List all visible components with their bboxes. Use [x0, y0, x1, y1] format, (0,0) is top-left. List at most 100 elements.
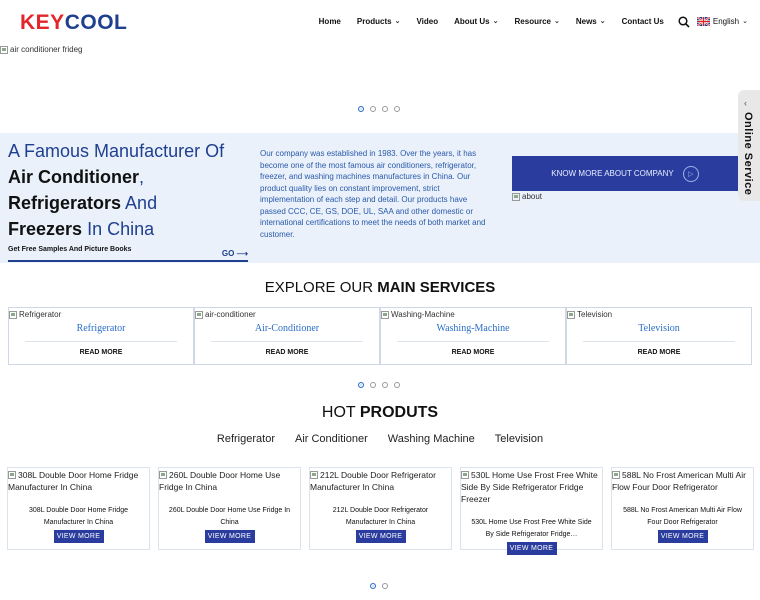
product-image-alt: 308L Double Door Home Fridge Manufacture…: [8, 470, 139, 492]
headline-line-2: Air Conditioner,: [8, 164, 224, 190]
know-more-label: KNOW MORE ABOUT COMPANY: [551, 169, 674, 178]
product-name[interactable]: 588L No Frost American Multi Air Flow Fo…: [620, 505, 745, 528]
nav-news[interactable]: News ⌄: [576, 17, 606, 26]
service-name[interactable]: Washing-Machine: [381, 323, 565, 334]
carousel-dot[interactable]: [358, 382, 364, 388]
service-card-washing-machine[interactable]: Washing-Machine Washing-Machine READ MOR…: [380, 307, 566, 365]
product-category-tabs: Refrigerator Air Conditioner Washing Mac…: [0, 433, 760, 445]
go-link[interactable]: GO ⟶: [222, 249, 248, 258]
product-list: 308L Double Door Home Fridge Manufacture…: [7, 467, 754, 555]
carousel-dot[interactable]: [358, 106, 364, 112]
broken-image-icon: [9, 310, 17, 319]
nav-contact-us[interactable]: Contact Us: [622, 17, 664, 26]
chevron-down-icon: ⌄: [742, 18, 748, 25]
read-more-link[interactable]: READ MORE: [567, 349, 751, 356]
nav-label: Contact Us: [621, 16, 664, 26]
chevron-down-icon: ⌄: [553, 18, 560, 25]
nav-home[interactable]: Home: [319, 17, 341, 26]
read-more-link[interactable]: READ MORE: [195, 349, 379, 356]
carousel-dot[interactable]: [382, 106, 388, 112]
service-name[interactable]: Television: [567, 323, 751, 334]
company-description: Our company was established in 1983. Ove…: [260, 149, 486, 239]
service-image: Television: [567, 310, 612, 319]
product-card[interactable]: 588L No Frost American Multi Air Flow Fo…: [611, 467, 754, 550]
tab-refrigerator[interactable]: Refrigerator: [217, 433, 275, 445]
divider: [25, 341, 177, 342]
product-card[interactable]: 212L Double Door Refrigerator Manufactur…: [309, 467, 452, 550]
carousel-dot[interactable]: [394, 382, 400, 388]
page: KEYCOOL Home Products ⌄ Video About Us ⌄ R…: [0, 0, 760, 600]
brand-logo[interactable]: KEYCOOL: [20, 11, 127, 35]
service-card-air-conditioner[interactable]: air-conditioner Air-Conditioner READ MOR…: [194, 307, 380, 365]
product-name[interactable]: 212L Double Door Refrigerator Manufactur…: [318, 505, 443, 528]
broken-image-icon: [612, 471, 620, 479]
nav-video[interactable]: Video: [416, 17, 438, 26]
view-more-button[interactable]: VIEW MORE: [355, 530, 406, 543]
carousel-dot[interactable]: [382, 382, 388, 388]
products-carousel-dots: [370, 583, 394, 589]
service-name[interactable]: Air-Conditioner: [195, 323, 379, 334]
headline-line-1: A Famous Manufacturer Of: [8, 141, 225, 161]
product-image-alt: 212L Double Door Refrigerator Manufactur…: [310, 470, 436, 492]
hero-banner-image[interactable]: air conditioner frideg: [0, 45, 82, 54]
view-more-button[interactable]: VIEW MORE: [657, 530, 708, 543]
carousel-dot[interactable]: [370, 106, 376, 112]
services-row: Refrigerator Refrigerator READ MORE air-…: [8, 307, 752, 365]
carousel-dot[interactable]: [370, 382, 376, 388]
know-more-button[interactable]: KNOW MORE ABOUT COMPANY ▷: [512, 156, 738, 191]
nav-label: About Us: [454, 16, 490, 26]
product-name[interactable]: 530L Home Use Frost Free White Side By S…: [469, 517, 594, 540]
language-selector[interactable]: English ⌄: [696, 16, 748, 26]
nav-resource[interactable]: Resource ⌄: [515, 17, 560, 26]
uk-flag-icon: [696, 16, 710, 26]
nav-label: Video: [416, 16, 439, 26]
product-image: 308L Double Door Home Fridge Manufacture…: [8, 469, 149, 493]
product-card[interactable]: 530L Home Use Frost Free White Side By S…: [460, 467, 603, 555]
product-name[interactable]: 260L Double Door Home Use Fridge In Chin…: [167, 505, 292, 528]
nav-label: Home: [318, 16, 341, 26]
headline-line-3: Refrigerators And: [8, 190, 224, 216]
about-image: about: [512, 192, 542, 201]
divider: [211, 341, 363, 342]
carousel-dot[interactable]: [370, 583, 376, 589]
chevron-down-icon: ⌄: [599, 18, 606, 25]
service-name[interactable]: Refrigerator: [9, 323, 193, 334]
view-more-button[interactable]: VIEW MORE: [204, 530, 255, 543]
service-image-alt: Television: [577, 310, 613, 319]
tab-washing-machine[interactable]: Washing Machine: [388, 433, 475, 445]
online-service-tab[interactable]: ‹ Online Service: [738, 90, 760, 201]
service-card-television[interactable]: Television Television READ MORE: [566, 307, 752, 365]
product-name[interactable]: 308L Double Door Home Fridge Manufacture…: [16, 505, 141, 528]
view-more-button[interactable]: VIEW MORE: [53, 530, 104, 543]
product-image: 260L Double Door Home Use Fridge In Chin…: [159, 469, 300, 493]
logo-part-key: KEY: [20, 11, 65, 34]
read-more-link[interactable]: READ MORE: [381, 349, 565, 356]
nav-about-us[interactable]: About Us ⌄: [454, 17, 498, 26]
service-image-alt: air-conditioner: [205, 310, 256, 319]
view-more-button[interactable]: VIEW MORE: [506, 542, 557, 555]
broken-image-icon: [195, 310, 203, 319]
carousel-dot[interactable]: [394, 106, 400, 112]
go-label: GO: [221, 249, 235, 258]
read-more-link[interactable]: READ MORE: [9, 349, 193, 356]
about-image-alt: about: [522, 192, 543, 201]
carousel-dot[interactable]: [382, 583, 388, 589]
broken-image-icon: [567, 310, 575, 319]
search-glyph: [678, 16, 690, 28]
free-samples-link[interactable]: Get Free Samples And Picture Books GO ⟶: [8, 246, 248, 262]
chevron-down-icon: ⌄: [394, 18, 401, 25]
product-image-alt: 530L Home Use Frost Free White Side By S…: [461, 470, 598, 504]
search-icon[interactable]: [678, 15, 690, 28]
samples-label: Get Free Samples And Picture Books: [8, 246, 132, 253]
service-card-refrigerator[interactable]: Refrigerator Refrigerator READ MORE: [8, 307, 194, 365]
nav-products[interactable]: Products ⌄: [357, 17, 401, 26]
tab-air-conditioner[interactable]: Air Conditioner: [295, 433, 368, 445]
hero-carousel-dots: [358, 106, 406, 112]
services-title-bold: MAIN SERVICES: [377, 279, 496, 296]
product-card[interactable]: 308L Double Door Home Fridge Manufacture…: [7, 467, 150, 550]
site-header: KEYCOOL Home Products ⌄ Video About Us ⌄ R…: [0, 0, 760, 44]
product-card[interactable]: 260L Double Door Home Use Fridge In Chin…: [158, 467, 301, 550]
tab-television[interactable]: Television: [495, 433, 543, 445]
headline-line-4: Freezers In China: [8, 216, 224, 242]
services-title: EXPLORE OUR MAIN SERVICES: [0, 279, 760, 296]
